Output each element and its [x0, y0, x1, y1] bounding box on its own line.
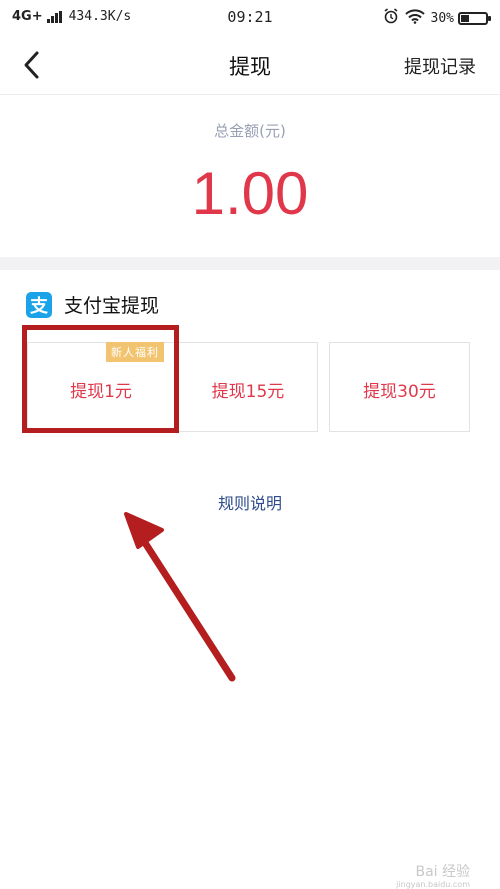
- wifi-icon: [404, 8, 425, 28]
- new-user-badge: 新人福利: [106, 342, 164, 362]
- status-right: 30%: [383, 8, 491, 28]
- total-label: 总金额(元): [214, 122, 286, 140]
- watermark-url: jingyan.baidu.com: [396, 880, 470, 889]
- withdraw-option-1[interactable]: 新人福利 提现1元: [27, 342, 175, 432]
- alipay-icon: 支: [26, 291, 52, 318]
- option-label: 提现15元: [211, 382, 285, 402]
- total-section: 总金额(元) 1.00: [0, 95, 500, 257]
- section-divider: [0, 257, 500, 270]
- option-label: 提现1元: [70, 382, 132, 402]
- battery-icon: [458, 11, 491, 25]
- withdraw-page: 4G+ 434.3K/s 09:21 30% 提现 提现记录 总金额(元) 1.…: [0, 0, 500, 889]
- alarm-icon: [383, 8, 399, 28]
- withdraw-option-15[interactable]: 提现15元: [178, 342, 318, 432]
- watermark-logo: Bai 经验: [415, 864, 470, 880]
- option-label: 提现30元: [363, 382, 436, 402]
- withdraw-option-30[interactable]: 提现30元: [329, 342, 470, 432]
- nav-bar: 提现 提现记录: [0, 36, 500, 95]
- battery-percent: 30%: [430, 10, 454, 26]
- alipay-header: 支 支付宝提现: [26, 291, 159, 318]
- withdraw-record-link[interactable]: 提现记录: [404, 53, 476, 79]
- status-bar: 4G+ 434.3K/s 09:21 30%: [0, 0, 500, 36]
- rules-link[interactable]: 规则说明: [0, 490, 500, 514]
- total-amount: 1.00: [191, 160, 309, 227]
- battery-fill: [461, 14, 469, 22]
- alipay-title: 支付宝提现: [64, 295, 160, 317]
